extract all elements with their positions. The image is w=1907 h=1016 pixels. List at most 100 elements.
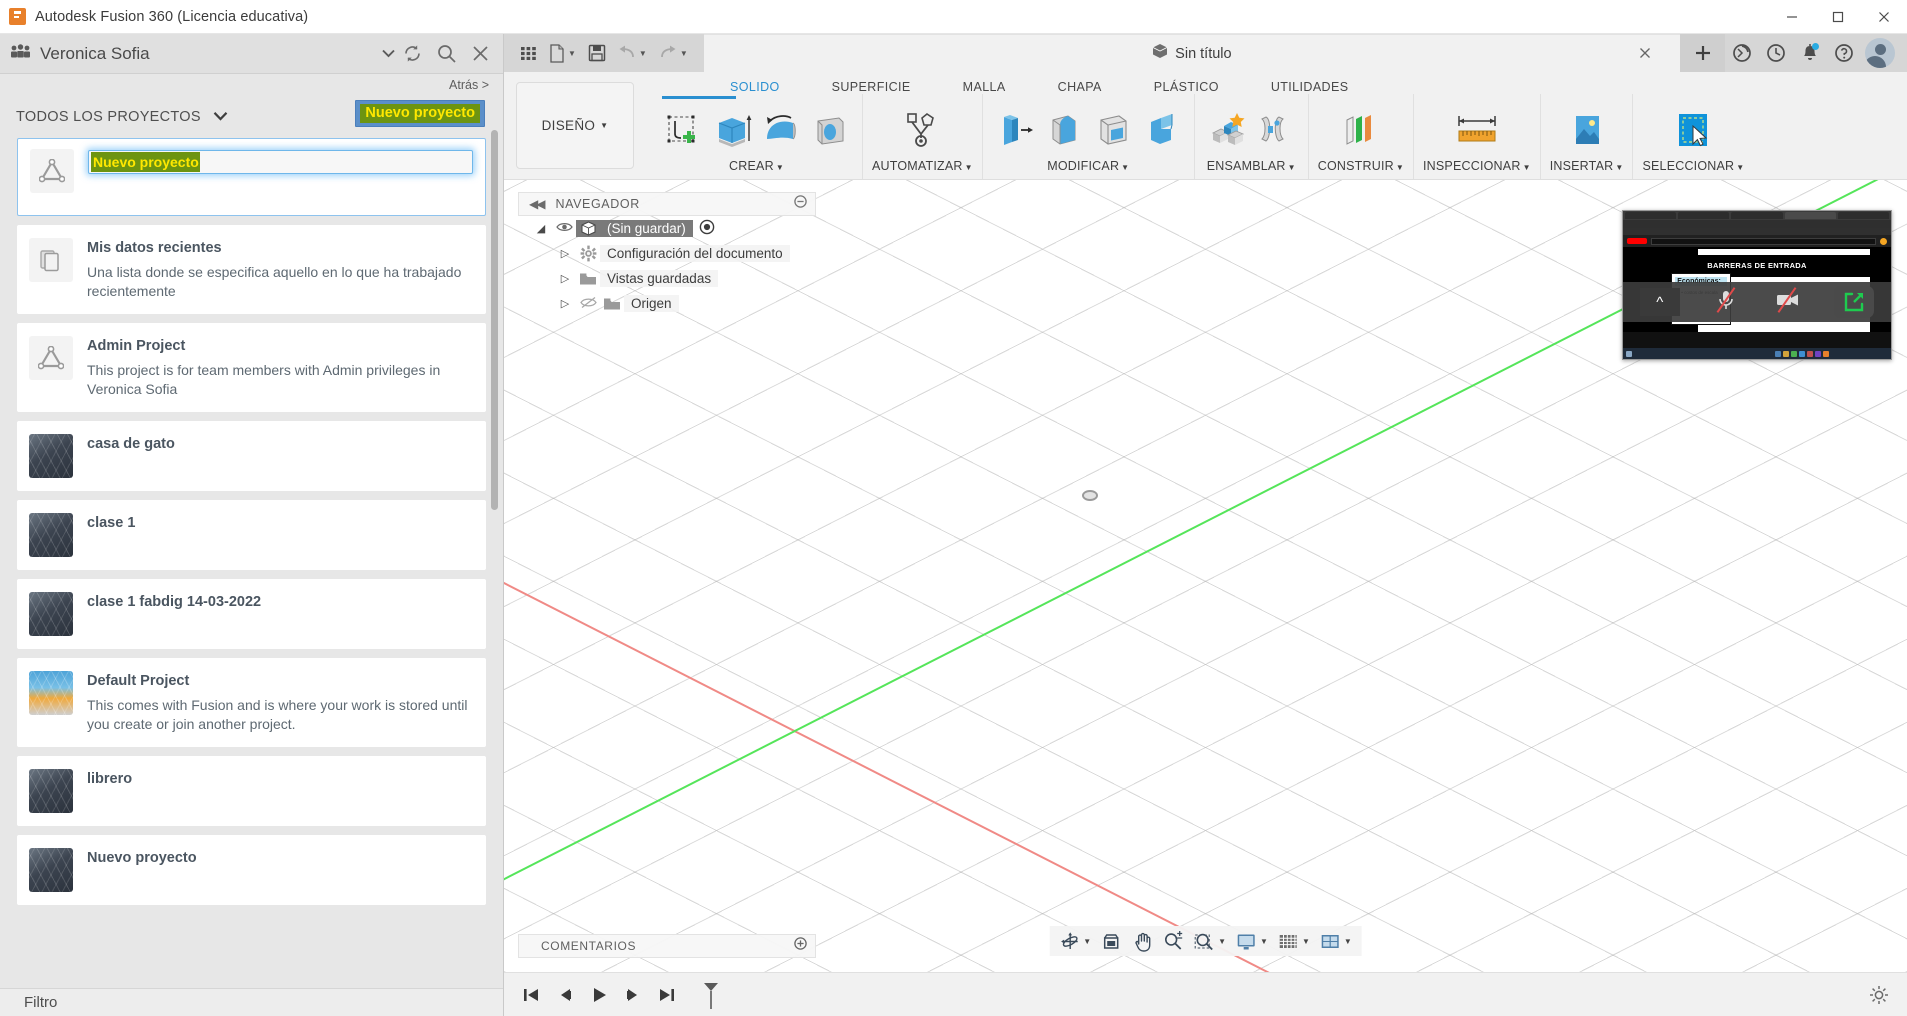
collapse-left-icon[interactable]: ◀◀: [529, 197, 546, 211]
timeline-marker-icon[interactable]: [696, 980, 726, 1010]
display-settings-icon[interactable]: ▼: [1232, 926, 1272, 956]
play-icon[interactable]: [584, 980, 614, 1010]
add-comment-icon[interactable]: [794, 937, 807, 955]
filter-bar[interactable]: Filtro: [0, 988, 503, 1016]
undo-icon[interactable]: ▼: [612, 34, 653, 72]
maximize-icon[interactable]: [1815, 0, 1861, 34]
notifications-bell-icon[interactable]: [1793, 34, 1827, 72]
share-screen-icon[interactable]: [1834, 286, 1875, 318]
youtube-search-input[interactable]: [1651, 237, 1876, 245]
close-tab-icon[interactable]: [1638, 46, 1652, 65]
panel-label-insertar[interactable]: INSERTAR ▼: [1550, 159, 1624, 177]
revolve-icon[interactable]: [758, 107, 804, 153]
settings-gear-icon[interactable]: [1865, 980, 1893, 1010]
activate-component-radio[interactable]: [699, 219, 715, 238]
create-sketch-icon[interactable]: [660, 107, 706, 153]
chevron-down-icon[interactable]: [382, 45, 395, 63]
tree-item-document-settings[interactable]: ▷ Configuración del documento: [518, 241, 816, 266]
project-rename-input[interactable]: Nuevo proyecto: [88, 150, 473, 174]
tree-item-saved-views[interactable]: ▷ Vistas guardadas: [518, 266, 816, 291]
step-back-icon[interactable]: [550, 980, 580, 1010]
recent-activity-icon[interactable]: [1759, 34, 1793, 72]
list-item[interactable]: Nuevo proyecto: [17, 835, 486, 905]
comments-panel[interactable]: COMENTARIOS: [518, 934, 816, 958]
expand-arrow-icon[interactable]: ▷: [554, 297, 576, 310]
workspace-selector[interactable]: DISEÑO ▼: [516, 82, 634, 169]
visibility-eye-icon[interactable]: [552, 221, 576, 236]
tab-plastico[interactable]: PLÁSTICO: [1128, 80, 1245, 94]
grid-snaps-icon[interactable]: ▼: [1274, 926, 1314, 956]
help-question-icon[interactable]: [1827, 34, 1861, 72]
selection-cursor-icon[interactable]: [1667, 107, 1719, 153]
mic-muted-icon[interactable]: [1713, 286, 1739, 318]
panel-options-icon[interactable]: [794, 195, 807, 213]
list-item[interactable]: casa de gato: [17, 421, 486, 491]
tab-solido[interactable]: SOLIDO: [704, 80, 806, 94]
hub-name[interactable]: Veronica Sofia: [40, 44, 376, 64]
panel-label-crear[interactable]: CREAR ▼: [660, 159, 853, 177]
tab-malla[interactable]: MALLA: [937, 80, 1032, 94]
look-at-icon[interactable]: [1097, 926, 1126, 956]
fillet-icon[interactable]: [1041, 107, 1087, 153]
zoom-magnifier-icon[interactable]: [1159, 926, 1188, 956]
refresh-icon[interactable]: [395, 37, 429, 71]
chevron-down-icon[interactable]: [213, 108, 228, 126]
list-item[interactable]: librero: [17, 756, 486, 826]
go-to-beginning-icon[interactable]: [516, 980, 546, 1010]
document-tab[interactable]: Sin título: [703, 34, 1680, 72]
pan-hand-icon[interactable]: [1128, 926, 1157, 956]
panel-label-modificar[interactable]: MODIFICAR ▼: [992, 159, 1185, 177]
list-item[interactable]: clase 1 fabdig 14-03-2022: [17, 579, 486, 649]
add-tab-button[interactable]: [1680, 34, 1725, 72]
tree-item-root[interactable]: ◢ (Sin guardar): [518, 216, 816, 241]
list-item[interactable]: Admin Project This project is for team m…: [17, 323, 486, 412]
camera-off-icon[interactable]: [1773, 286, 1801, 318]
tab-utilidades[interactable]: UTILIDADES: [1245, 80, 1375, 94]
zoom-window-icon[interactable]: ▼: [1190, 926, 1230, 956]
chevron-up-icon[interactable]: ^: [1639, 288, 1680, 316]
shell-icon[interactable]: [1090, 107, 1136, 153]
hole-icon[interactable]: [807, 107, 853, 153]
insert-image-icon[interactable]: [1561, 107, 1613, 153]
tab-superficie[interactable]: SUPERFICIE: [806, 80, 937, 94]
user-avatar-icon[interactable]: [1865, 38, 1895, 68]
measure-ruler-icon[interactable]: [1451, 107, 1503, 153]
expand-arrow-icon[interactable]: ◢: [530, 222, 552, 235]
save-icon[interactable]: [582, 34, 612, 72]
viewports-icon[interactable]: ▼: [1316, 926, 1356, 956]
joint-icon[interactable]: [1253, 107, 1299, 153]
press-pull-icon[interactable]: [992, 107, 1038, 153]
design-canvas[interactable]: ◀◀ NAVEGADOR ◢ (Sin guardar) ▷ Configura…: [504, 180, 1907, 972]
back-link-row[interactable]: Atrás >: [0, 74, 503, 96]
tab-chapa[interactable]: CHAPA: [1032, 80, 1128, 94]
panel-label-inspeccionar[interactable]: INSPECCIONAR ▼: [1423, 159, 1531, 177]
orbit-icon[interactable]: ▼: [1055, 926, 1095, 956]
projects-list[interactable]: Nuevo proyecto Mis datos recientes Una l…: [0, 138, 503, 1016]
offset-plane-icon[interactable]: [1335, 107, 1387, 153]
new-project-button[interactable]: Nuevo proyecto: [355, 100, 485, 127]
list-item[interactable]: Mis datos recientes Una lista donde se e…: [17, 225, 486, 314]
data-panel-scrollbar[interactable]: [491, 130, 498, 510]
close-panel-icon[interactable]: [463, 37, 497, 71]
extrude-icon[interactable]: [709, 107, 755, 153]
go-to-end-icon[interactable]: [652, 980, 682, 1010]
combine-icon[interactable]: [1139, 107, 1185, 153]
new-document-icon[interactable]: ▼: [543, 34, 582, 72]
tree-item-origin[interactable]: ▷ Origen: [518, 291, 816, 316]
panel-label-seleccionar[interactable]: SELECCIONAR ▼: [1642, 159, 1744, 177]
list-item[interactable]: Default Project This comes with Fusion a…: [17, 658, 486, 747]
panel-label-automatizar[interactable]: AUTOMATIZAR ▼: [872, 159, 973, 177]
redo-icon[interactable]: ▼: [653, 34, 694, 72]
expand-arrow-icon[interactable]: ▷: [554, 272, 576, 285]
automate-generative-icon[interactable]: [896, 107, 948, 153]
list-item[interactable]: Nuevo proyecto: [17, 138, 486, 216]
app-grid-icon[interactable]: [514, 34, 543, 72]
navigator-header[interactable]: ◀◀ NAVEGADOR: [518, 192, 816, 216]
job-status-icon[interactable]: [1725, 34, 1759, 72]
panel-label-construir[interactable]: CONSTRUIR ▼: [1318, 159, 1404, 177]
list-item[interactable]: clase 1: [17, 500, 486, 570]
screen-share-thumbnail[interactable]: BARRERAS DE ENTRADA Económicas: • costos…: [1622, 210, 1892, 360]
visibility-eye-off-icon[interactable]: [576, 296, 600, 312]
step-forward-icon[interactable]: [618, 980, 648, 1010]
new-component-icon[interactable]: [1204, 107, 1250, 153]
